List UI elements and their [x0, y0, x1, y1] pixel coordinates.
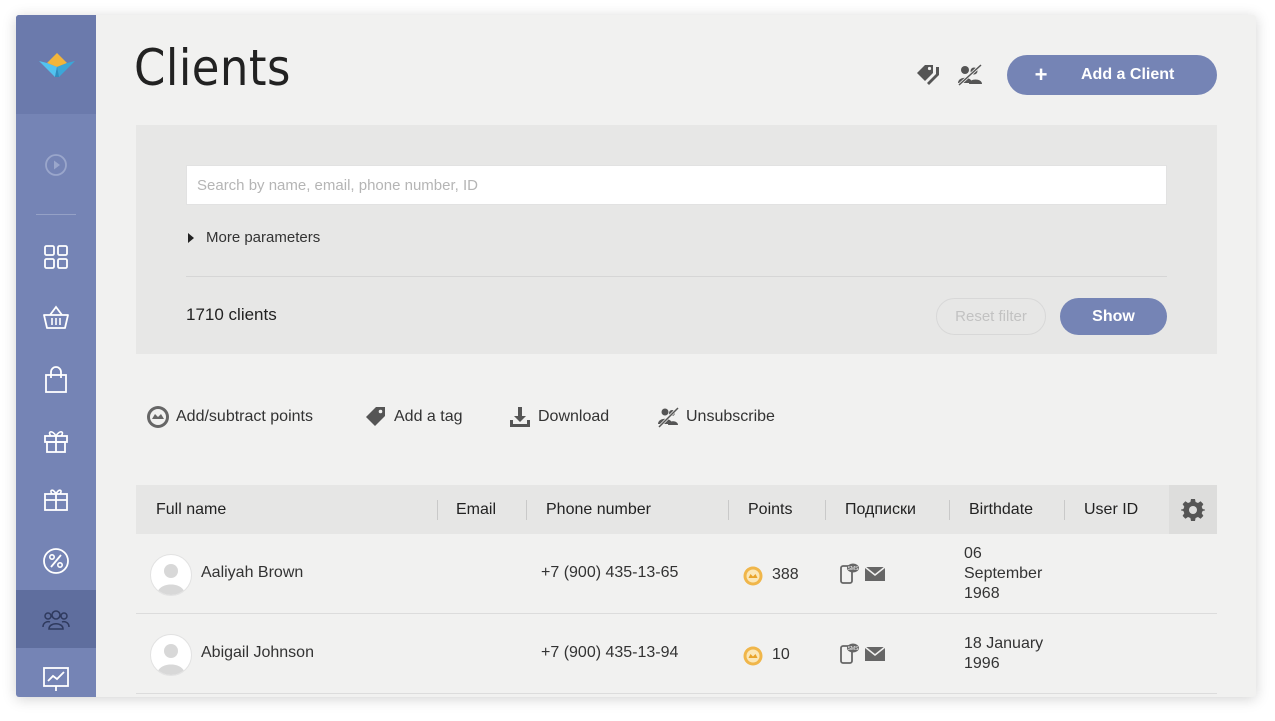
svg-text:SMS: SMS	[848, 646, 860, 652]
client-name[interactable]: Abigail Johnson	[201, 644, 314, 662]
play-circle-icon	[45, 154, 67, 176]
birthdate-line: 18 January	[964, 635, 1044, 652]
column-header-full-name[interactable]: Full name	[156, 485, 226, 534]
svg-text:SMS: SMS	[848, 566, 860, 572]
more-parameters-toggle[interactable]: More parameters	[188, 229, 320, 246]
sms-icon: SMS	[840, 643, 860, 664]
column-header-points[interactable]: Points	[748, 485, 792, 534]
column-separator	[728, 500, 729, 520]
gift-box-icon	[44, 489, 68, 511]
unsubscribe-action[interactable]: Unsubscribe	[656, 405, 775, 429]
divider	[186, 276, 1167, 277]
coin-icon	[743, 566, 763, 586]
sidebar-item-discounts[interactable]	[16, 532, 96, 590]
client-phone: +7 (900) 435-13-65	[541, 564, 679, 581]
email-icon	[864, 646, 886, 661]
unsubscribe-action-label: Unsubscribe	[686, 408, 775, 425]
subscription-icons: SMS	[840, 562, 886, 584]
column-separator	[825, 500, 826, 520]
sidebar-item-gifts[interactable]	[16, 411, 96, 469]
tag-action-label: Add a tag	[394, 408, 463, 425]
client-points: 388	[772, 566, 799, 583]
shopping-bag-icon	[45, 366, 67, 393]
table-header: Full name Email Phone number Points Подп…	[136, 485, 1217, 534]
table-row[interactable]: Abigail Johnson +7 (900) 435-13-94 10 SM…	[136, 614, 1217, 694]
points-action-label: Add/subtract points	[176, 408, 313, 425]
search-input[interactable]	[186, 165, 1167, 205]
client-points: 10	[772, 646, 790, 663]
client-phone: +7 (900) 435-13-94	[541, 644, 679, 661]
plus-icon: +	[1034, 62, 1048, 87]
column-separator	[526, 500, 527, 520]
download-action[interactable]: Download	[508, 405, 609, 429]
add-tag-action[interactable]: Add a tag	[364, 405, 463, 429]
grid-icon	[44, 245, 68, 269]
logo-icon[interactable]	[37, 51, 77, 79]
download-icon	[510, 407, 530, 427]
clients-count: 1710 clients	[186, 305, 277, 324]
filter-panel: More parameters 1710 clients Reset filte…	[136, 125, 1217, 354]
sidebar-item-analytics[interactable]	[16, 650, 96, 697]
sidebar-item-bag[interactable]	[16, 351, 96, 409]
client-birthdate: 06 September 1968	[964, 544, 1042, 604]
column-separator	[1064, 500, 1065, 520]
gift-icon	[44, 431, 68, 453]
sidebar-divider	[36, 214, 76, 215]
tags-icon[interactable]	[915, 63, 945, 87]
column-header-subscriptions[interactable]: Подписки	[845, 485, 916, 534]
subscription-icons: SMS	[840, 642, 886, 664]
add-client-button[interactable]: + Add a Client	[1007, 55, 1217, 95]
gear-icon	[1181, 498, 1205, 521]
unsubscribe-icon	[657, 406, 680, 429]
avatar	[150, 554, 192, 596]
points-coin-icon	[147, 406, 169, 428]
unsubscribe-users-icon[interactable]	[955, 63, 985, 87]
table-settings-button[interactable]	[1169, 485, 1217, 534]
column-header-user-id[interactable]: User ID	[1084, 485, 1138, 534]
clients-table: Full name Email Phone number Points Подп…	[136, 485, 1217, 694]
birthdate-line: 1996	[964, 655, 1000, 672]
client-name[interactable]: Aaliyah Brown	[201, 564, 303, 582]
sidebar-item-clients[interactable]	[16, 590, 96, 648]
column-separator	[949, 500, 950, 520]
add-client-label: Add a Client	[1081, 66, 1175, 83]
sidebar-item-play[interactable]	[16, 136, 96, 194]
birthdate-line: 06	[964, 545, 982, 562]
email-icon	[864, 566, 886, 581]
basket-icon	[43, 305, 69, 329]
chart-icon	[43, 667, 69, 691]
user-silhouette-icon	[157, 564, 185, 595]
avatar	[150, 634, 192, 676]
birthdate-line: September	[964, 565, 1043, 582]
main-content: Clients + Add a Client More parameters	[96, 15, 1256, 697]
birthdate-line: 1968	[964, 585, 1000, 602]
column-separator	[437, 500, 438, 520]
column-header-birthdate[interactable]: Birthdate	[969, 485, 1033, 534]
column-header-email[interactable]: Email	[456, 485, 496, 534]
percent-icon	[43, 548, 69, 574]
sidebar-item-dashboard[interactable]	[16, 228, 96, 286]
more-parameters-label: More parameters	[206, 229, 321, 246]
add-subtract-points-action[interactable]: Add/subtract points	[146, 405, 313, 429]
app-window: Clients + Add a Client More parameters	[16, 15, 1256, 697]
coin-icon	[743, 646, 763, 666]
logo-area	[16, 15, 96, 114]
show-button[interactable]: Show	[1060, 298, 1167, 335]
user-silhouette-icon	[157, 644, 185, 675]
sidebar-item-basket[interactable]	[16, 289, 96, 347]
column-header-phone[interactable]: Phone number	[546, 485, 651, 534]
sidebar	[16, 15, 96, 697]
sidebar-item-gift-cards[interactable]	[16, 470, 96, 528]
client-birthdate: 18 January 1996	[964, 634, 1043, 674]
sms-icon: SMS	[840, 563, 860, 584]
users-icon	[42, 610, 70, 630]
download-action-label: Download	[538, 408, 610, 425]
table-row[interactable]: Aaliyah Brown +7 (900) 435-13-65 388 SMS	[136, 534, 1217, 614]
caret-right-icon	[188, 232, 194, 243]
reset-filter-button[interactable]: Reset filter	[936, 298, 1046, 335]
tag-icon	[366, 407, 385, 426]
page-title: Clients	[134, 39, 291, 97]
